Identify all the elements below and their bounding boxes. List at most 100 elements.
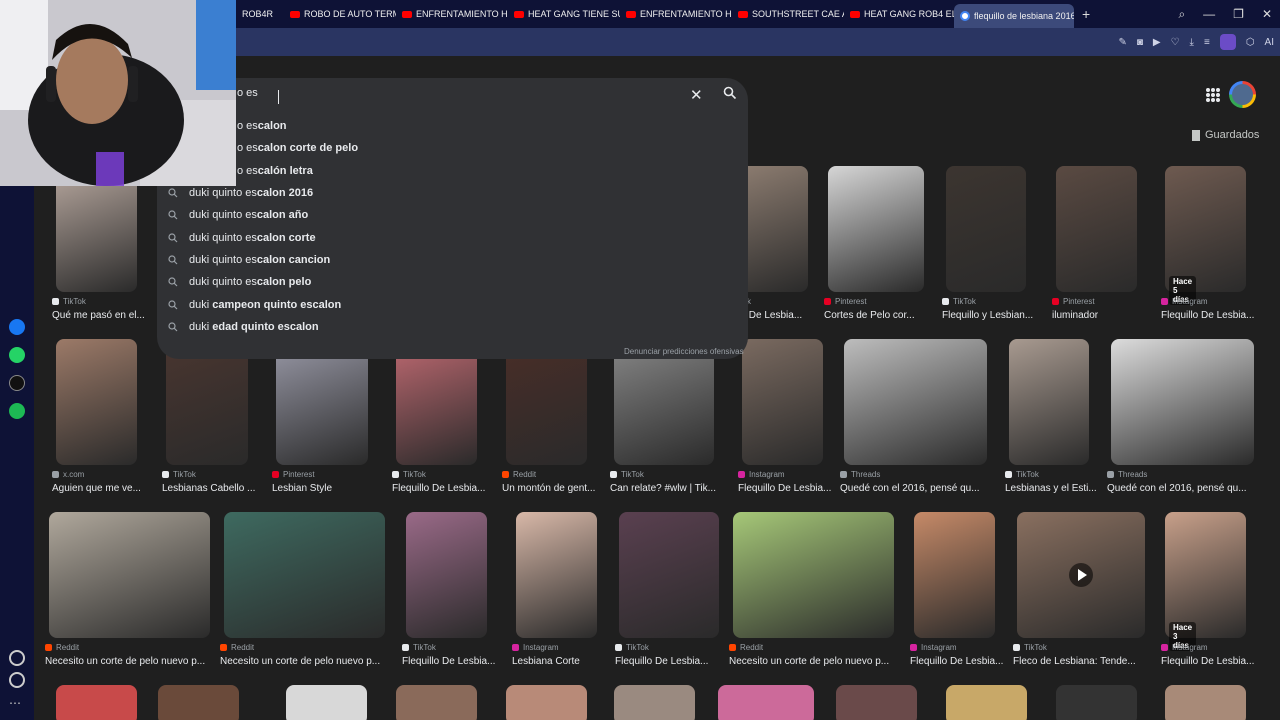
result-thumbnail[interactable]	[56, 685, 137, 720]
result-title[interactable]: Lesbian Style	[272, 483, 382, 494]
saved-button[interactable]: Guardados	[1192, 129, 1259, 141]
result-thumbnail[interactable]	[1165, 166, 1246, 292]
result-title[interactable]: Flequillo De Lesbia...	[910, 656, 1020, 667]
result-thumbnail[interactable]	[1009, 339, 1089, 465]
aria-ai-button[interactable]: AI	[1265, 37, 1274, 48]
result-thumbnail[interactable]	[49, 512, 210, 638]
avatar[interactable]	[1229, 81, 1256, 108]
tab-video-4[interactable]: HEAT GANG TIENE SUS 2	[508, 0, 620, 28]
youtube-icon	[738, 10, 748, 18]
result-title[interactable]: Flequillo De Lesbia...	[738, 483, 848, 494]
more-icon[interactable]: ⋯	[9, 696, 25, 712]
x-twitter-icon[interactable]	[9, 375, 25, 391]
result-title[interactable]: Flequillo De Lesbia...	[402, 656, 512, 667]
menu-icon[interactable]: ≡	[1204, 37, 1210, 48]
suggestion-item[interactable]: o escalón letra	[157, 160, 748, 182]
result-title[interactable]: Necesito un corte de pelo nuevo p...	[220, 656, 389, 667]
result-title[interactable]: Lesbiana Corte	[512, 656, 622, 667]
tab-video-1[interactable]: ROB4R	[236, 0, 284, 28]
result-title[interactable]: Flequillo De Lesbia...	[615, 656, 725, 667]
download-icon[interactable]: ⤓	[1190, 37, 1194, 48]
tab-video-5[interactable]: ENFRENTAMIENTO HEAT	[620, 0, 732, 28]
report-predictions-link[interactable]: Denunciar predicciones ofensivas	[624, 347, 744, 356]
result-thumbnail[interactable]	[914, 512, 995, 638]
result-title[interactable]: Quedé con el 2016, pensé qu...	[1107, 483, 1258, 494]
result-thumbnail[interactable]	[406, 512, 487, 638]
result-thumbnail[interactable]	[740, 166, 808, 292]
result-title[interactable]: Necesito un corte de pelo nuevo p...	[45, 656, 214, 667]
wallet-icon[interactable]: ⬡	[1246, 37, 1255, 48]
result-title[interactable]: Aguien que me ve...	[52, 483, 162, 494]
suggestion-item[interactable]: o escalon corte de pelo	[157, 137, 748, 159]
close-window-icon[interactable]: ✕	[1262, 7, 1272, 21]
result-thumbnail[interactable]	[286, 685, 367, 720]
spotify-icon[interactable]	[9, 403, 25, 419]
edit-icon[interactable]: ✎	[1118, 37, 1126, 48]
result-thumbnail[interactable]	[56, 339, 137, 465]
result-thumbnail[interactable]	[718, 685, 814, 720]
result-title[interactable]: Flequillo De Lesbia...	[392, 483, 502, 494]
result-title[interactable]: Can relate? #wlw | Tik...	[610, 483, 720, 494]
suggestion-item[interactable]: duki quinto escalon pelo	[157, 271, 748, 293]
result-thumbnail[interactable]	[1165, 512, 1246, 638]
result-title[interactable]: Quedé con el 2016, pensé qu...	[840, 483, 991, 494]
maximize-icon[interactable]: ❐	[1233, 7, 1244, 21]
result-thumbnail[interactable]	[158, 685, 239, 720]
tab-video-3[interactable]: ENFRENTAMIENTO HEAT	[396, 0, 508, 28]
result-thumbnail[interactable]	[828, 166, 924, 292]
result-thumbnail[interactable]	[836, 685, 917, 720]
result-title[interactable]: Lesbianas y el Esti...	[1005, 483, 1115, 494]
play-icon[interactable]: ▶	[1153, 37, 1161, 48]
suggestion-item[interactable]: o escalon	[157, 115, 748, 137]
result-thumbnail[interactable]	[946, 166, 1026, 292]
result-thumbnail[interactable]	[1165, 685, 1246, 720]
tab-video-7[interactable]: HEAT GANG ROB4 EL BAN	[844, 0, 954, 28]
result-title[interactable]: Flequillo De Lesbia...	[1161, 310, 1271, 321]
result-thumbnail[interactable]	[733, 512, 894, 638]
result-thumbnail[interactable]	[224, 512, 385, 638]
result-thumbnail[interactable]	[516, 512, 597, 638]
result-title[interactable]: Lesbianas Cabello ...	[162, 483, 272, 494]
search-tabs-icon[interactable]: ⌕	[1178, 7, 1185, 22]
result-thumbnail[interactable]	[1056, 685, 1137, 720]
messenger-icon[interactable]	[9, 319, 25, 335]
result-thumbnail[interactable]	[619, 512, 719, 638]
minimize-icon[interactable]: —	[1203, 7, 1215, 21]
tab-active-search[interactable]: flequillo de lesbiana 2016✕	[954, 4, 1074, 28]
result-thumbnail[interactable]	[742, 339, 823, 465]
search-button[interactable]	[723, 86, 737, 105]
result-title[interactable]: Flequillo y Lesbian...	[942, 310, 1052, 321]
result-title[interactable]: Fleco de Lesbiana: Tende...	[1013, 656, 1149, 667]
suggestion-item[interactable]: duki quinto escalon corte	[157, 227, 748, 249]
result-thumbnail[interactable]	[1056, 166, 1137, 292]
google-apps-icon[interactable]	[1206, 88, 1220, 102]
result-thumbnail[interactable]	[946, 685, 1027, 720]
camera-icon[interactable]: ◙	[1137, 37, 1143, 48]
search-input[interactable]: o es	[237, 87, 637, 105]
result-title[interactable]: Un montón de gent...	[502, 483, 612, 494]
result-thumbnail[interactable]	[396, 685, 477, 720]
whatsapp-icon[interactable]	[9, 347, 25, 363]
history-icon[interactable]	[9, 672, 25, 688]
result-title[interactable]: Cortes de Pelo cor...	[824, 310, 934, 321]
tab-video-6[interactable]: SOUTHSTREET CAE AL BA	[732, 0, 844, 28]
new-tab-button[interactable]: +	[1082, 6, 1090, 22]
result-thumbnail[interactable]	[1111, 339, 1254, 465]
suggestion-item[interactable]: duki campeon quinto escalon	[157, 294, 748, 316]
result-title[interactable]: Necesito un corte de pelo nuevo p...	[729, 656, 898, 667]
heart-icon[interactable]	[9, 650, 25, 666]
suggestion-item[interactable]: duki quinto escalon año	[157, 204, 748, 226]
result-thumbnail[interactable]	[614, 685, 695, 720]
result-thumbnail[interactable]	[844, 339, 987, 465]
result-title[interactable]: iluminador	[1052, 310, 1162, 321]
clear-search-button[interactable]: ✕	[690, 86, 703, 104]
heart-icon[interactable]: ♡	[1171, 37, 1180, 48]
tab-video-2[interactable]: ROBO DE AUTO TERMINA	[284, 0, 396, 28]
suggestion-item[interactable]: duki quinto escalon cancion	[157, 249, 748, 271]
suggestion-item[interactable]: duki quinto escalon 2016	[157, 182, 748, 204]
suggestion-item[interactable]: duki edad quinto escalon	[157, 316, 748, 338]
result-title[interactable]: Qué me pasó en el...	[52, 310, 162, 321]
extension-icon[interactable]	[1219, 34, 1236, 50]
result-title[interactable]: Flequillo De Lesbia...	[1161, 656, 1271, 667]
result-thumbnail[interactable]	[506, 685, 587, 720]
